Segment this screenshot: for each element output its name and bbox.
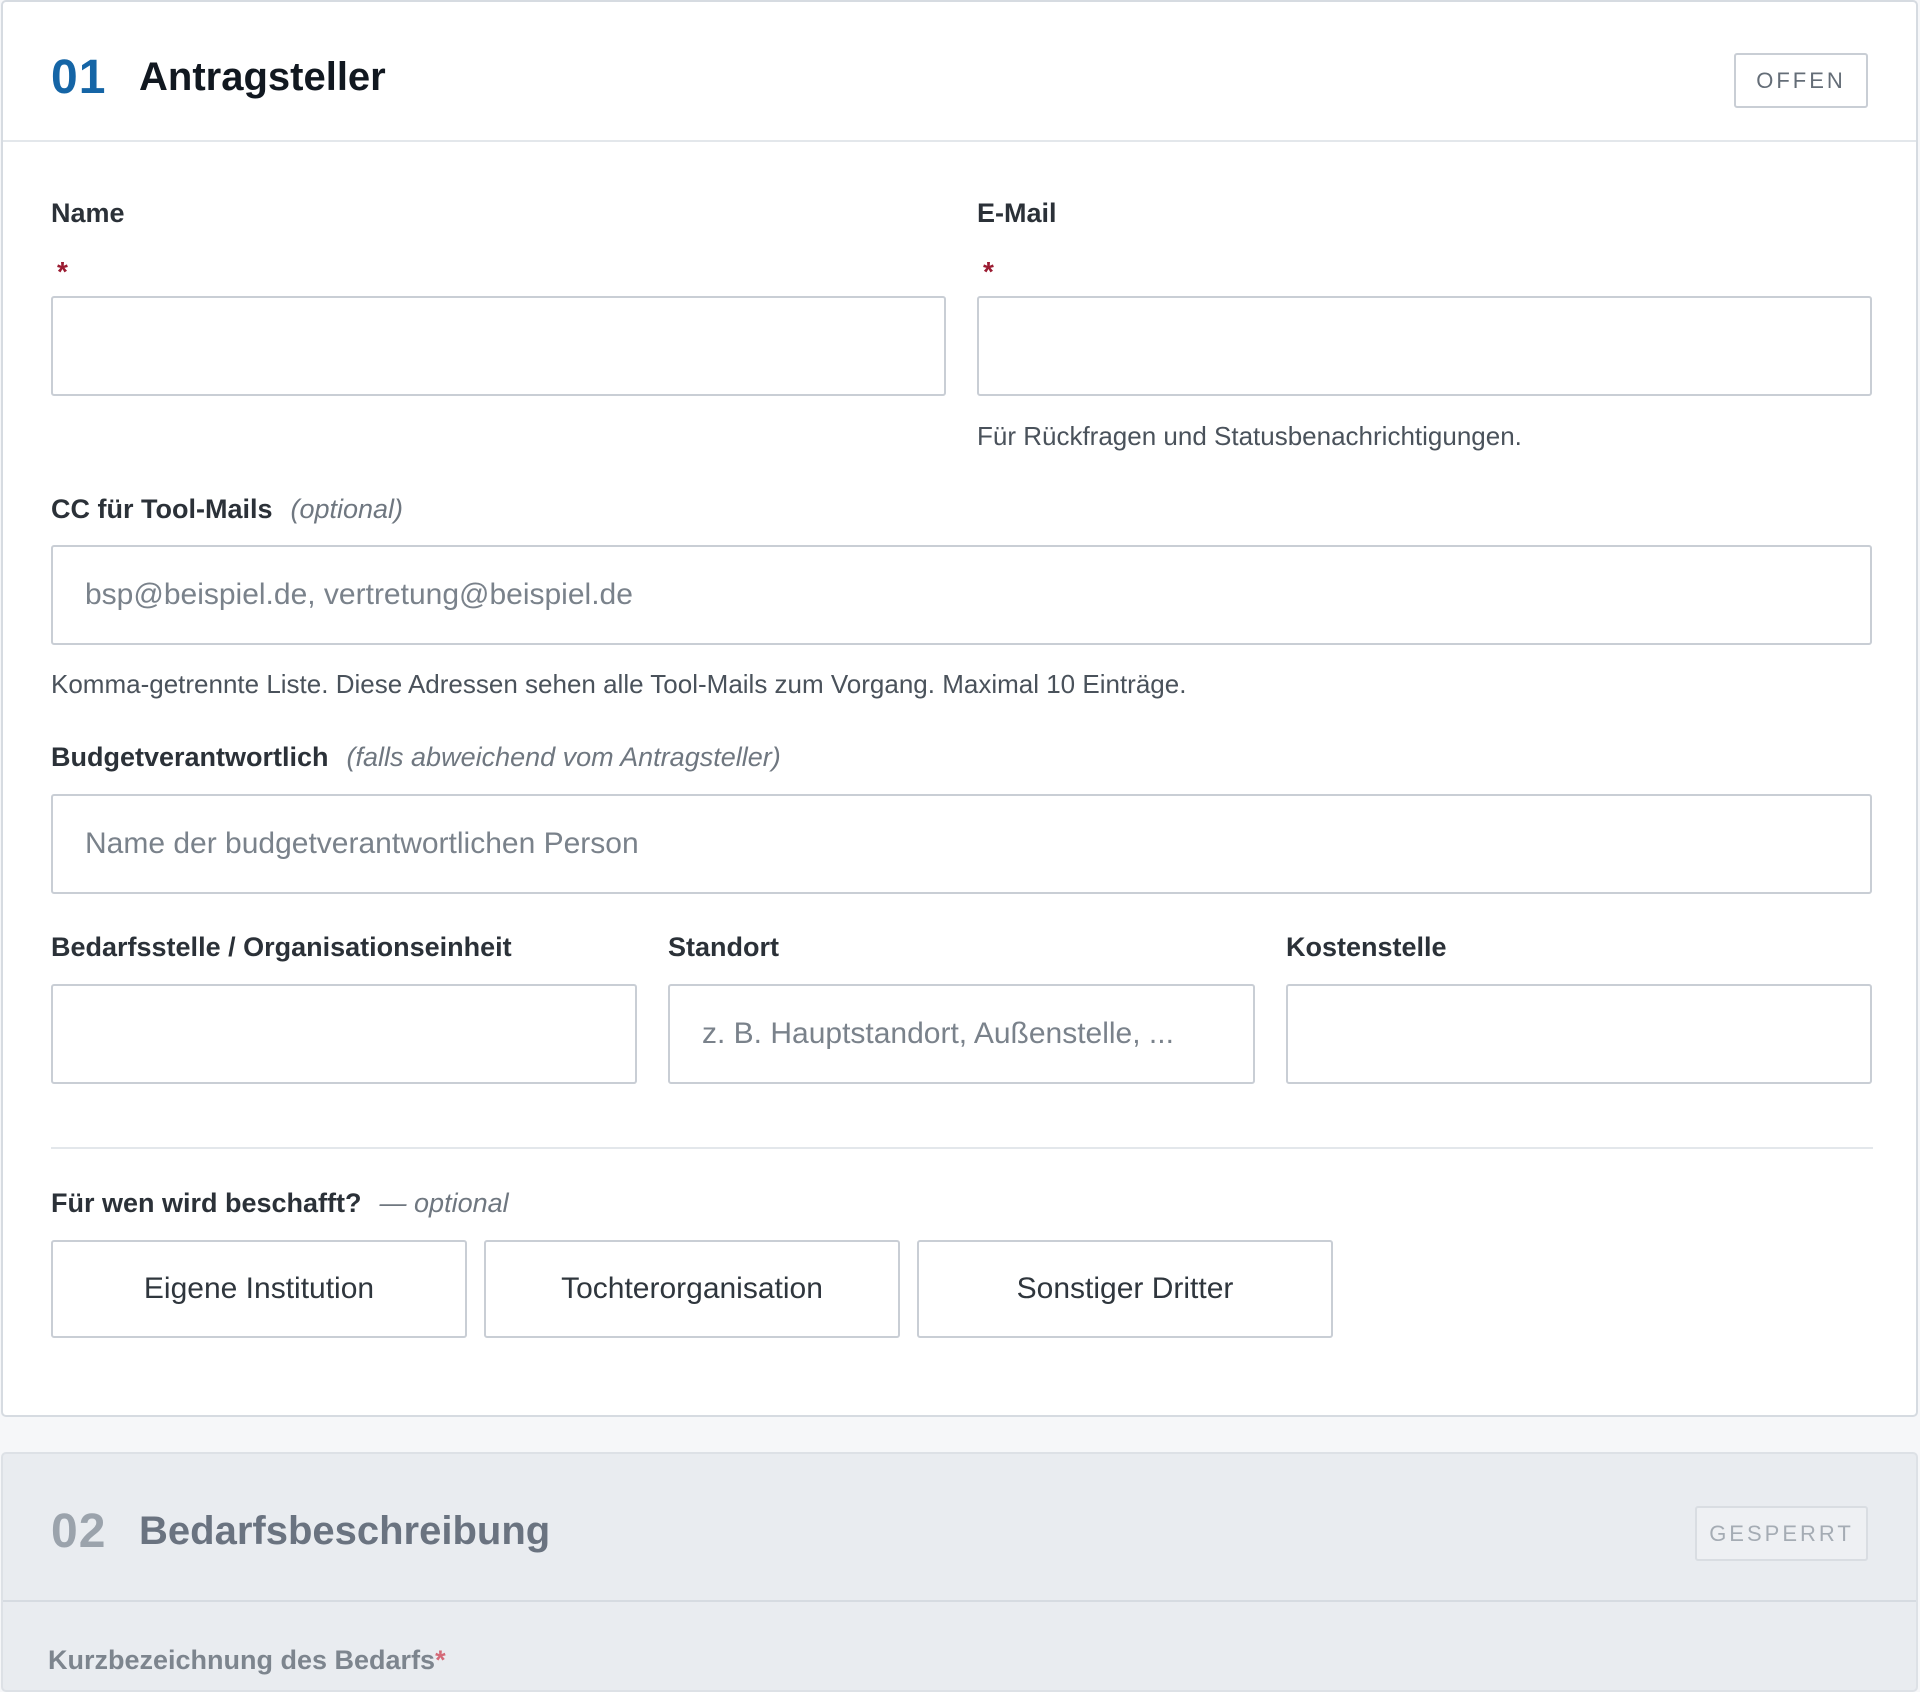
email-input[interactable] xyxy=(977,296,1872,396)
location-label: Standort xyxy=(668,932,779,962)
budget-label-text: Budgetverantwortlich xyxy=(51,742,329,772)
divider xyxy=(51,1147,1873,1149)
choice-sonstiger-dritter[interactable]: Sonstiger Dritter xyxy=(917,1240,1333,1338)
email-label: E-Mail xyxy=(977,198,1057,228)
location-input[interactable]: z. B. Hauptstandort, Außenstelle, ... xyxy=(668,984,1255,1084)
cost-center-input[interactable] xyxy=(1286,984,1872,1084)
section-antragsteller: 01 Antragsteller OFFEN Name * E-Mail * F… xyxy=(1,0,1918,1417)
procurement-optional-hint: — optional xyxy=(379,1188,509,1218)
budget-placeholder: Name der budgetverantwortlichen Person xyxy=(85,827,639,860)
short-description-label-text: Kurzbezeichnung des Bedarfs xyxy=(48,1645,436,1675)
budget-input[interactable]: Name der budgetverantwortlichen Person xyxy=(51,794,1872,894)
email-help-text: Für Rückfragen und Statusbenachrichtigun… xyxy=(977,421,1522,451)
cc-placeholder: bsp@beispiel.de, vertretung@beispiel.de xyxy=(85,578,633,611)
section-title: Bedarfsbeschreibung xyxy=(139,1509,551,1553)
name-label: Name xyxy=(51,198,125,228)
procurement-question: Für wen wird beschafft? xyxy=(51,1188,362,1218)
choice-tochterorganisation[interactable]: Tochterorganisation xyxy=(484,1240,900,1338)
required-marker: * xyxy=(435,1645,446,1675)
status-badge: GESPERRT xyxy=(1695,1506,1868,1561)
cost-center-label: Kostenstelle xyxy=(1286,932,1447,962)
required-marker: * xyxy=(983,256,994,287)
name-input[interactable] xyxy=(51,296,946,396)
section-number: 01 xyxy=(51,51,107,104)
section-title: Antragsteller xyxy=(139,55,386,99)
cc-optional-hint: (optional) xyxy=(290,494,404,524)
org-label: Bedarfsstelle / Organisationseinheit xyxy=(51,932,512,962)
procurement-label: Für wen wird beschafft? — optional xyxy=(51,1188,509,1219)
cc-label-text: CC für Tool-Mails xyxy=(51,494,273,524)
org-input[interactable] xyxy=(51,984,637,1084)
short-description-label: Kurzbezeichnung des Bedarfs* xyxy=(48,1645,446,1676)
cc-input[interactable]: bsp@beispiel.de, vertretung@beispiel.de xyxy=(51,545,1872,645)
section-number: 02 xyxy=(51,1505,107,1558)
budget-label: Budgetverantwortlich (falls abweichend vo… xyxy=(51,742,781,773)
location-placeholder: z. B. Hauptstandort, Außenstelle, ... xyxy=(702,1017,1174,1050)
cc-help-text: Komma-getrennte Liste. Diese Adressen se… xyxy=(51,669,1187,699)
required-marker: * xyxy=(57,256,68,287)
budget-hint: (falls abweichend vom Antragsteller) xyxy=(346,742,781,772)
choice-eigene-institution[interactable]: Eigene Institution xyxy=(51,1240,467,1338)
section-header[interactable]: 01 Antragsteller OFFEN xyxy=(3,2,1916,142)
status-badge[interactable]: OFFEN xyxy=(1734,53,1868,108)
cc-label: CC für Tool-Mails (optional) xyxy=(51,494,403,525)
section-header[interactable]: 02 Bedarfsbeschreibung GESPERRT xyxy=(3,1454,1916,1602)
